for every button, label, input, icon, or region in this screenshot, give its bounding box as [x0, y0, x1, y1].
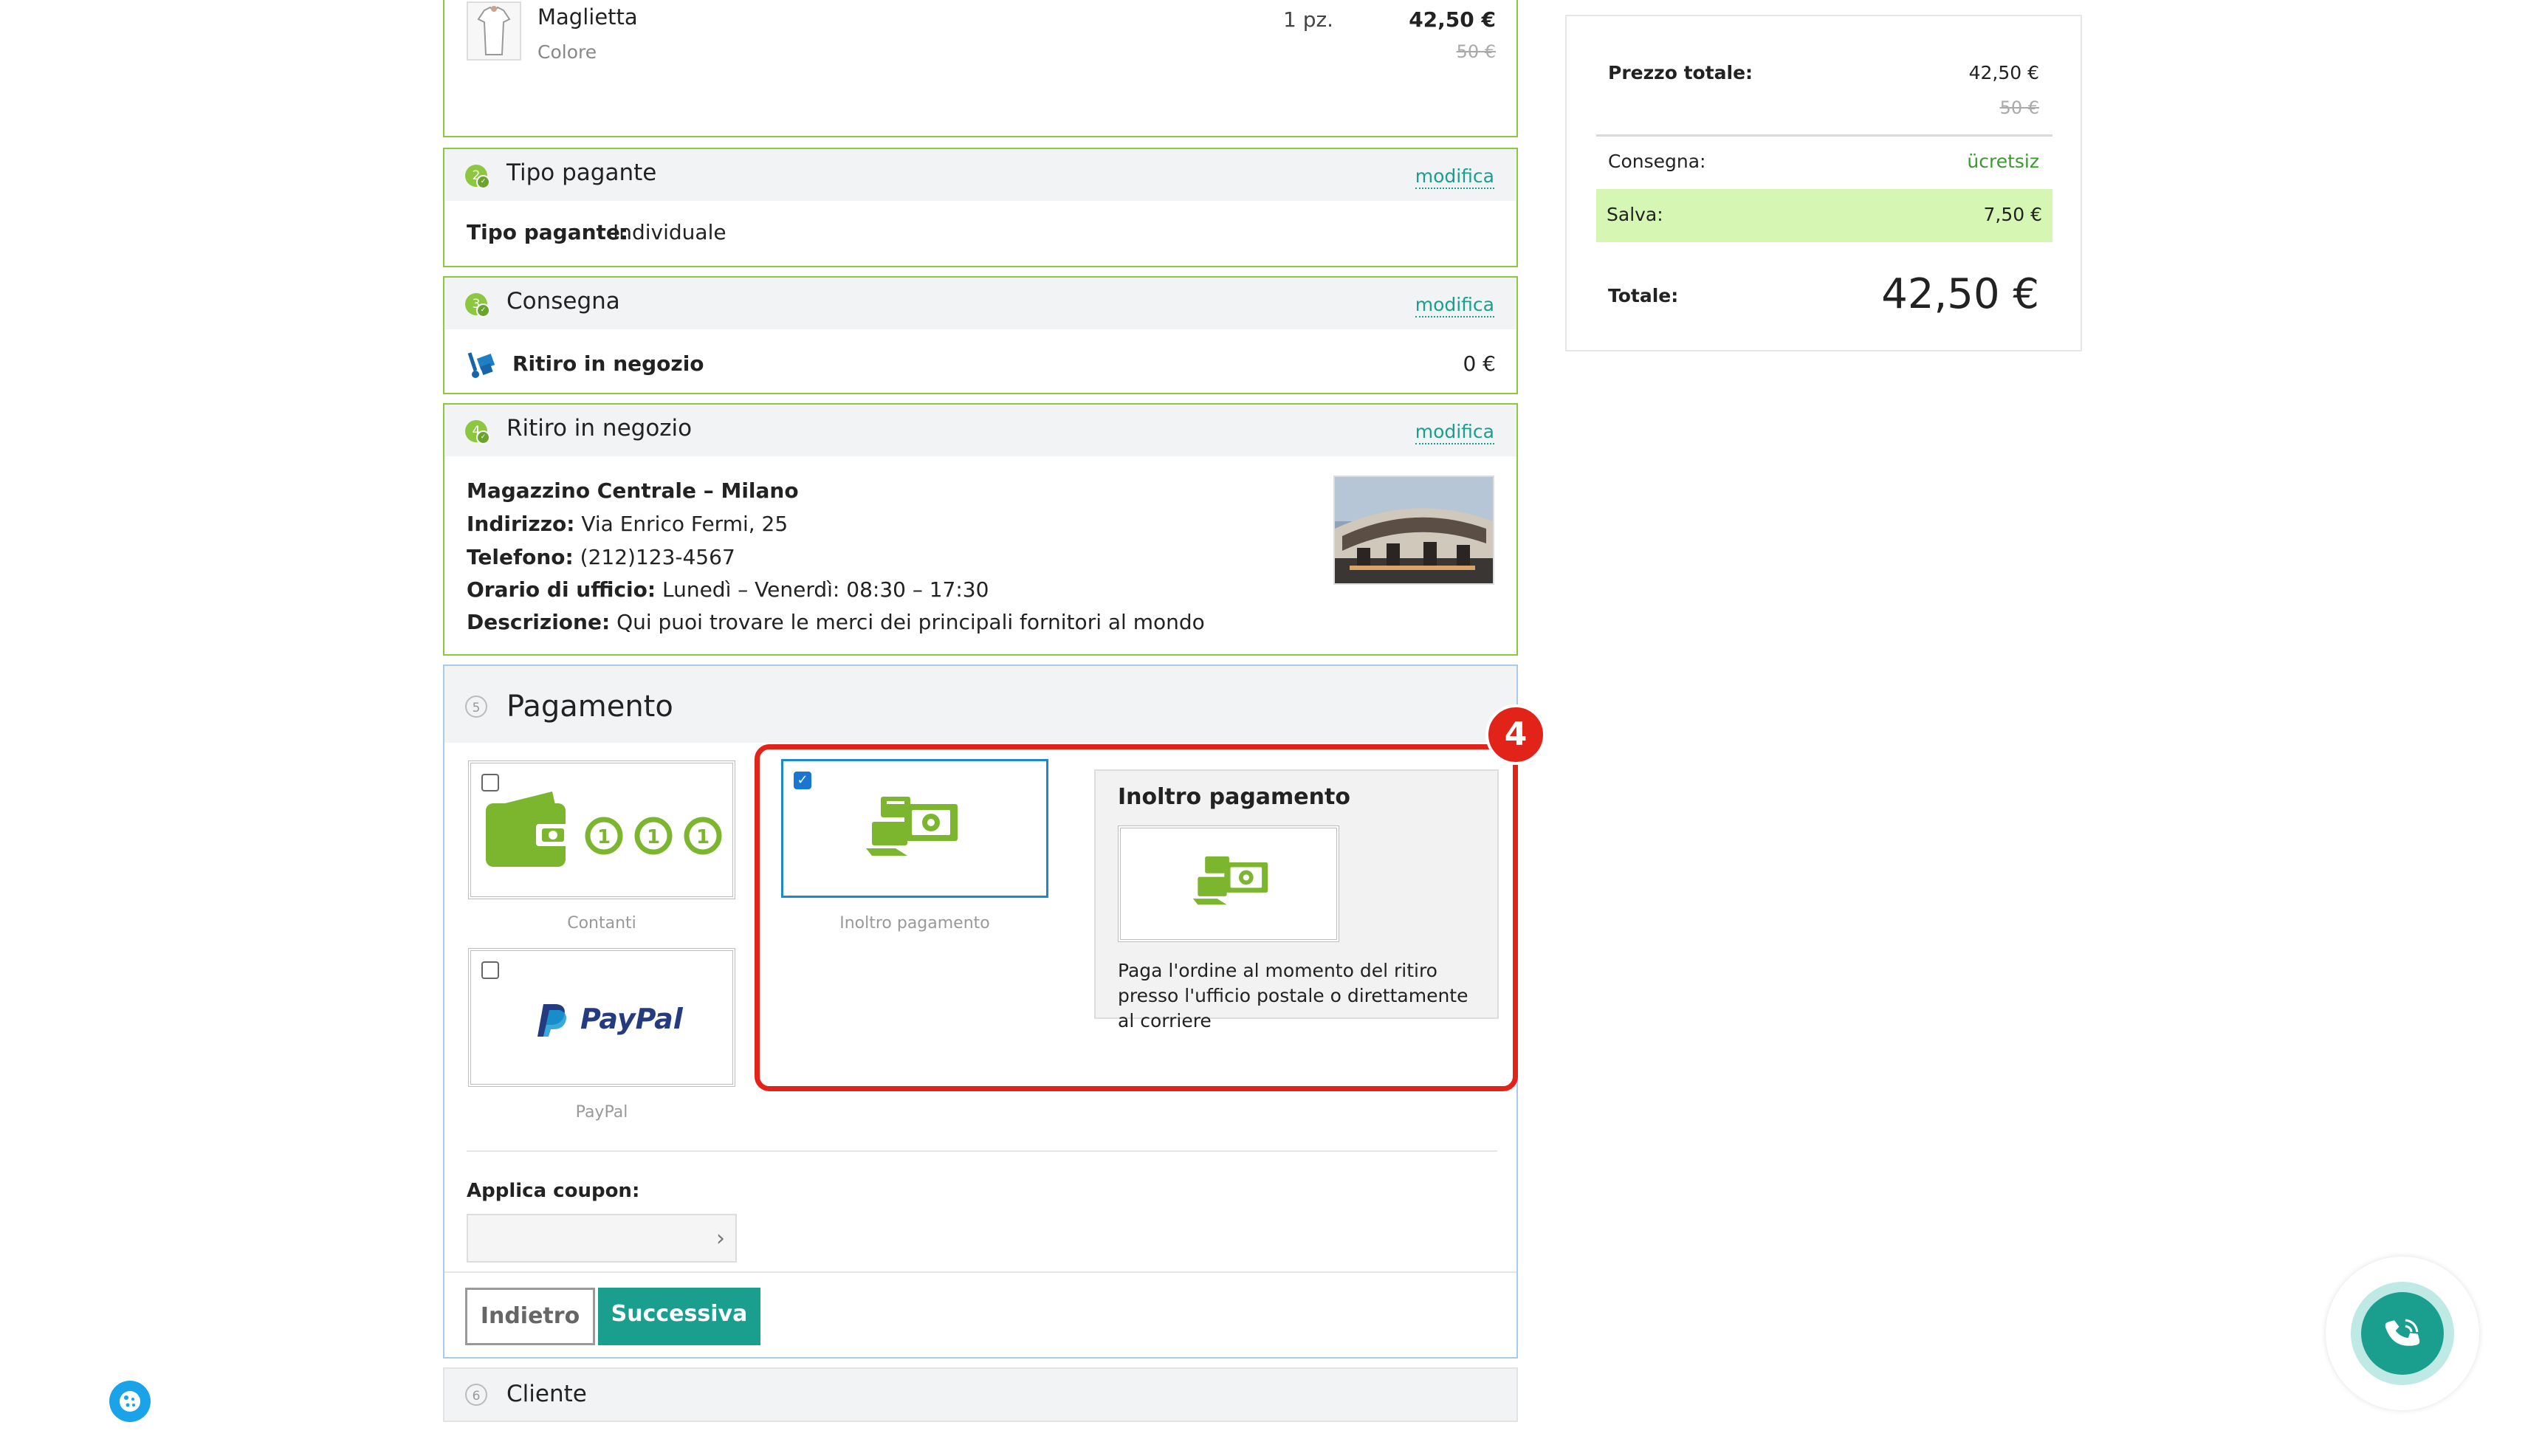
product-qty: 1 pz.	[1283, 7, 1334, 32]
svg-text:1: 1	[696, 826, 710, 848]
total-price-value: 42,50 €	[1968, 62, 2039, 83]
product-block: Maglietta Colore 1 pz. 42,50 € 50 €	[443, 0, 1518, 137]
delivery-label: Consegna:	[1608, 151, 1706, 172]
call-button-inner[interactable]	[2361, 1292, 2444, 1375]
delivery-title: Consegna	[506, 288, 620, 315]
store-address: Indirizzo: Via Enrico Fermi, 25	[467, 512, 789, 536]
delivery-method: Ritiro in negozio	[512, 351, 704, 376]
step-number-icon: 5	[465, 696, 487, 718]
checkout-page: Maglietta Colore 1 pz. 42,50 € 50 € 2 ✓ T…	[0, 0, 2525, 1456]
cash-caption: Contanti	[567, 914, 636, 933]
svg-text:1: 1	[647, 826, 660, 848]
coupon-label: Applica coupon:	[467, 1180, 640, 1202]
payment-option-cash[interactable]: 1 1 1	[468, 760, 735, 899]
phone-icon	[2385, 1319, 2420, 1346]
paypal-logo-icon	[536, 1001, 573, 1038]
edit-delivery-link[interactable]: modifica	[1415, 294, 1494, 317]
customer-title: Cliente	[506, 1381, 587, 1407]
paypal-caption: PayPal	[575, 1103, 628, 1122]
store-photo[interactable]	[1333, 475, 1494, 585]
pickup-block: 4 ✓ Ritiro in negozio modifica Magazzino …	[443, 403, 1518, 656]
save-row: Salva: 7,50 €	[1596, 189, 2052, 242]
product-old-price: 50 €	[1456, 41, 1496, 62]
back-button[interactable]: Indietro	[465, 1288, 595, 1345]
grand-total-label: Totale:	[1608, 285, 1679, 306]
svg-text:1: 1	[597, 826, 611, 848]
delivery-block: 3 ✓ Consegna modifica Ritiro in negozio 0…	[443, 276, 1518, 394]
payer-type-header: 2 ✓ Tipo pagante modifica	[444, 149, 1516, 201]
grand-total-value: 42,50 €	[1881, 270, 2039, 318]
payment-block: 5 Pagamento 1 1 1 Contanti PayPal PayPal ✓…	[443, 665, 1546, 1359]
product-name[interactable]: Maglietta	[537, 4, 638, 30]
delivery-header: 3 ✓ Consegna modifica	[444, 278, 1516, 329]
pickup-title: Ritiro in negozio	[506, 415, 693, 442]
edit-pickup-link[interactable]: modifica	[1415, 421, 1494, 444]
paypal-logo-text: PayPal	[580, 1003, 683, 1035]
payment-header: 5 Pagamento	[444, 666, 1516, 743]
total-price-label: Prezzo totale:	[1608, 62, 1753, 83]
cookie-icon	[120, 1391, 140, 1412]
annotation-badge: 4	[1485, 704, 1546, 765]
pickup-header: 4 ✓ Ritiro in negozio modifica	[444, 405, 1516, 456]
customer-block[interactable]: 6 Cliente	[443, 1367, 1518, 1422]
payer-type-value: Individuale	[613, 220, 726, 244]
payer-type-block: 2 ✓ Tipo pagante modifica Tipo pagante: I…	[443, 148, 1518, 267]
store-hours: Orario di ufficio: Lunedì – Venerdì: 08:…	[467, 577, 989, 602]
product-thumbnail	[467, 1, 521, 61]
step-complete-icon: 3 ✓	[465, 293, 490, 317]
delivery-cost: 0 €	[1463, 351, 1496, 376]
total-old-price: 50 €	[1999, 97, 2039, 118]
paypal-checkbox[interactable]	[481, 961, 499, 979]
button-divider	[444, 1271, 1516, 1273]
hand-truck-icon	[467, 350, 499, 382]
order-summary: Prezzo totale: 42,50 € 50 € Consegna: üc…	[1565, 15, 2082, 351]
call-button[interactable]	[2351, 1282, 2454, 1385]
payment-title: Pagamento	[506, 690, 673, 724]
save-label: Salva:	[1607, 204, 1663, 225]
store-phone: Telefono: (212)123-4567	[467, 545, 735, 569]
payment-option-paypal[interactable]: PayPal	[468, 948, 735, 1087]
call-widget[interactable]	[2326, 1257, 2479, 1410]
store-name: Magazzino Centrale – Milano	[467, 478, 799, 503]
coupon-divider	[467, 1150, 1497, 1152]
chevron-right-icon[interactable]: ›	[716, 1226, 725, 1251]
store-description: Descrizione: Qui puoi trovare le merci d…	[467, 610, 1205, 634]
cash-wallet-icon: 1 1 1	[486, 791, 722, 867]
cookie-settings-button[interactable]	[109, 1381, 151, 1422]
payer-type-label: Tipo pagante:	[467, 220, 629, 244]
product-variant: Colore	[537, 41, 597, 63]
delivery-value: ücretsiz	[1967, 151, 2039, 172]
next-button[interactable]: Successiva	[598, 1288, 760, 1345]
step-number-icon: 6	[465, 1384, 487, 1406]
save-value: 7,50 €	[1983, 204, 2042, 225]
product-price: 42,50 €	[1409, 7, 1496, 32]
payer-type-title: Tipo pagante	[506, 159, 657, 186]
step-complete-icon: 2 ✓	[465, 165, 490, 189]
edit-payer-link[interactable]: modifica	[1415, 165, 1494, 189]
summary-divider	[1596, 134, 2052, 137]
coupon-input[interactable]: ›	[467, 1214, 737, 1263]
annotation-highlight-box	[755, 744, 1518, 1091]
step-complete-icon: 4 ✓	[465, 420, 490, 444]
